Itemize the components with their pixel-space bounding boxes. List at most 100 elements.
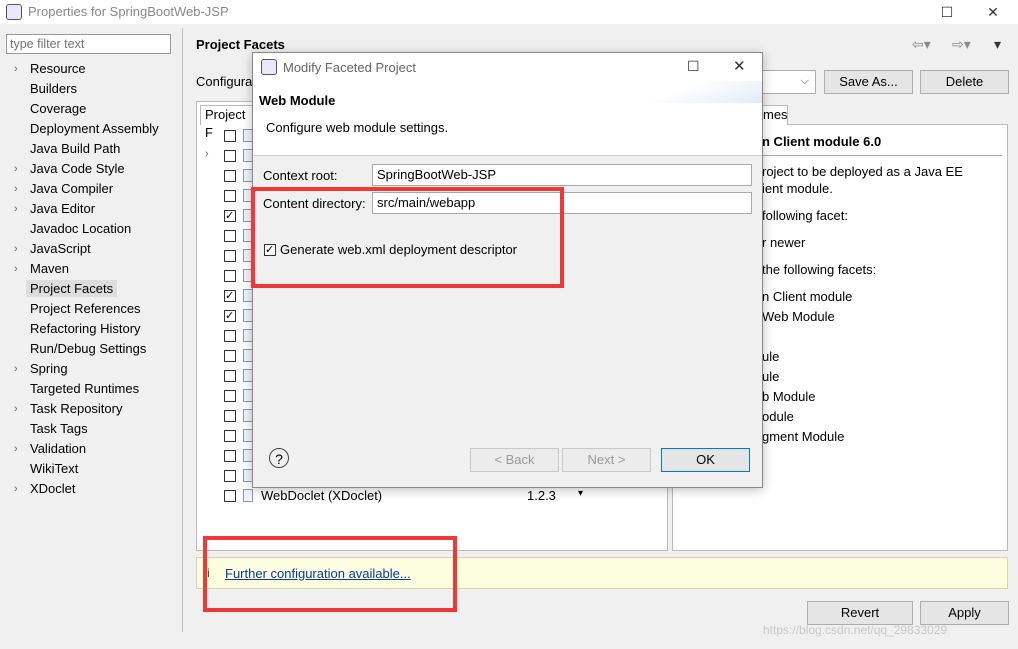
- tree-item[interactable]: › Task Repository: [0, 399, 182, 419]
- chevron-right-icon[interactable]: ›: [14, 439, 18, 459]
- tree-item[interactable]: Run/Debug Settings: [0, 339, 182, 359]
- tab-project-facets[interactable]: Project F: [200, 105, 256, 140]
- tree-item[interactable]: Coverage: [0, 99, 182, 119]
- details-line: ule: [762, 369, 780, 384]
- preference-tree: › Resource Builders Coverage Deployment Asse…: [0, 59, 182, 499]
- chevron-down-icon[interactable]: ▾: [578, 488, 583, 499]
- facet-checkbox[interactable]: [224, 470, 236, 482]
- tree-item[interactable]: Builders: [0, 79, 182, 99]
- facet-checkbox[interactable]: [224, 150, 236, 162]
- forward-arrow-icon[interactable]: ⇨▾: [952, 36, 971, 53]
- facet-checkbox[interactable]: [224, 370, 236, 382]
- tree-item-label: Task Repository: [30, 401, 123, 416]
- chevron-right-icon[interactable]: ›: [14, 479, 18, 499]
- tree-item[interactable]: Javadoc Location: [0, 219, 182, 239]
- details-line: odule: [762, 409, 794, 424]
- apply-button[interactable]: Apply: [920, 601, 1009, 625]
- facet-checkbox[interactable]: [224, 490, 236, 502]
- facet-version[interactable]: 1.2.3: [527, 488, 556, 503]
- facet-checkbox[interactable]: [224, 270, 236, 282]
- details-line: n Client module: [762, 289, 853, 304]
- tree-item[interactable]: › Validation: [0, 439, 182, 459]
- facet-checkbox[interactable]: [224, 450, 236, 462]
- tab-runtimes[interactable]: mes: [762, 105, 788, 125]
- close-icon[interactable]: ✕: [978, 2, 1008, 22]
- facet-checkbox[interactable]: [224, 230, 236, 242]
- help-icon[interactable]: ?: [269, 448, 289, 468]
- tree-item-label: Project References: [30, 301, 141, 316]
- tree-item[interactable]: Java Build Path: [0, 139, 182, 159]
- configuration-label: Configura: [196, 74, 253, 89]
- chevron-right-icon[interactable]: ›: [14, 239, 18, 259]
- tree-item[interactable]: › Resource: [0, 59, 182, 79]
- facet-checkbox[interactable]: [224, 350, 236, 362]
- chevron-right-icon[interactable]: ›: [205, 148, 209, 160]
- chevron-right-icon[interactable]: ›: [14, 59, 18, 79]
- header-banner: [623, 81, 762, 103]
- close-icon[interactable]: ✕: [733, 57, 746, 75]
- tree-item-label: Refactoring History: [30, 321, 141, 336]
- tree-item-label: Task Tags: [30, 421, 88, 436]
- save-as-button[interactable]: Save As...: [824, 70, 913, 94]
- facet-checkbox[interactable]: [224, 190, 236, 202]
- facet-checkbox[interactable]: [224, 210, 236, 222]
- tree-item[interactable]: Project Facets: [0, 279, 182, 299]
- back-button[interactable]: < Back: [470, 448, 559, 472]
- facet-checkbox[interactable]: [224, 290, 236, 302]
- revert-button[interactable]: Revert: [807, 601, 913, 625]
- highlight-box: [203, 536, 457, 612]
- details-line: roject to be deployed as a Java EE: [762, 164, 963, 179]
- tree-item-label: Java Editor: [30, 201, 96, 216]
- tree-item[interactable]: Targeted Runtimes: [0, 379, 182, 399]
- tree-item[interactable]: › Java Editor: [0, 199, 182, 219]
- facet-checkbox[interactable]: [224, 330, 236, 342]
- facet-checkbox[interactable]: [224, 410, 236, 422]
- view-menu-icon[interactable]: ▾: [994, 36, 1001, 53]
- ok-button[interactable]: OK: [661, 448, 750, 472]
- facet-checkbox[interactable]: [224, 430, 236, 442]
- maximize-icon[interactable]: ☐: [932, 2, 962, 22]
- chevron-right-icon[interactable]: ›: [14, 159, 18, 179]
- facet-checkbox[interactable]: [224, 170, 236, 182]
- chevron-right-icon[interactable]: ›: [14, 199, 18, 219]
- chevron-right-icon[interactable]: ›: [14, 259, 18, 279]
- tree-item[interactable]: WikiText: [0, 459, 182, 479]
- facet-checkbox[interactable]: [224, 130, 236, 142]
- tree-item[interactable]: › XDoclet: [0, 479, 182, 499]
- facet-checkbox[interactable]: [224, 310, 236, 322]
- tree-item[interactable]: › JavaScript: [0, 239, 182, 259]
- details-line: following facet:: [762, 208, 848, 223]
- tree-item[interactable]: Task Tags: [0, 419, 182, 439]
- context-root-field[interactable]: SpringBootWeb-JSP: [372, 164, 752, 186]
- tree-item-label: Coverage: [30, 101, 87, 116]
- dialog-header-title: Web Module: [259, 93, 336, 108]
- delete-button[interactable]: Delete: [920, 70, 1009, 94]
- tree-item[interactable]: Deployment Assembly: [0, 119, 182, 139]
- tree-item[interactable]: Refactoring History: [0, 319, 182, 339]
- tree-item[interactable]: › Java Compiler: [0, 179, 182, 199]
- maximize-icon[interactable]: ☐: [687, 58, 700, 75]
- dialog-header: Web Module Configure web module settings…: [253, 81, 762, 155]
- configuration-dropdown[interactable]: ⌵: [762, 70, 816, 94]
- next-button[interactable]: Next >: [562, 448, 651, 472]
- tree-item-label: JavaScript: [30, 241, 91, 256]
- dialog-header-desc: Configure web module settings.: [266, 120, 449, 135]
- details-title: n Client module 6.0: [762, 134, 882, 149]
- chevron-right-icon[interactable]: ›: [14, 399, 18, 419]
- tree-item[interactable]: Project References: [0, 299, 182, 319]
- dialog-title: Modify Faceted Project: [283, 60, 416, 75]
- chevron-right-icon[interactable]: ›: [14, 359, 18, 379]
- filter-input[interactable]: [6, 34, 171, 54]
- tree-item-label: Builders: [30, 81, 77, 96]
- tree-item[interactable]: › Maven: [0, 259, 182, 279]
- back-arrow-icon[interactable]: ⇦▾: [912, 36, 931, 53]
- chevron-right-icon[interactable]: ›: [14, 179, 18, 199]
- app-icon: [6, 4, 22, 20]
- tree-item[interactable]: › Java Code Style: [0, 159, 182, 179]
- dialog-titlebar: Modify Faceted Project ☐ ✕: [253, 53, 762, 81]
- tree-item[interactable]: › Spring: [0, 359, 182, 379]
- page-title: Project Facets: [196, 37, 285, 52]
- facet-checkbox[interactable]: [224, 250, 236, 262]
- facet-checkbox[interactable]: [224, 390, 236, 402]
- details-line: r newer: [762, 235, 806, 250]
